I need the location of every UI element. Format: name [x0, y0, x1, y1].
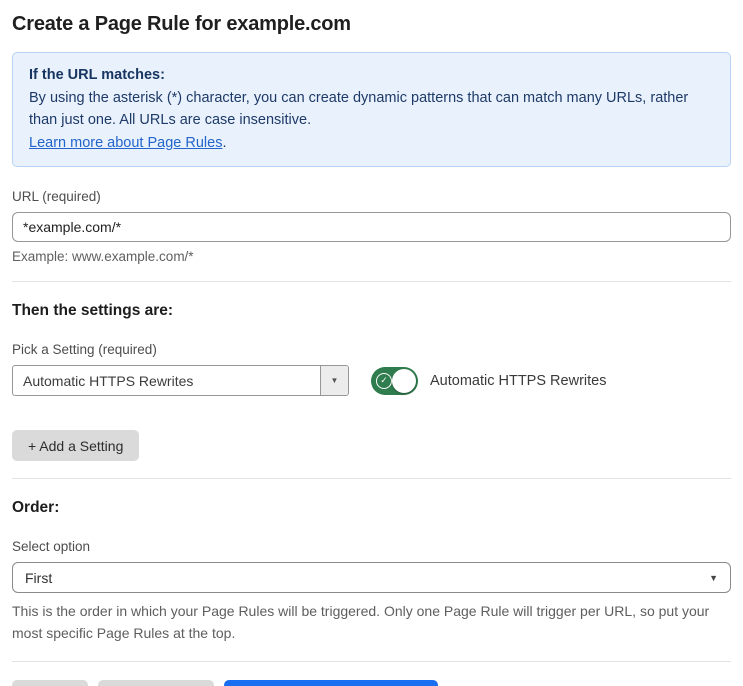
- toggle-label: Automatic HTTPS Rewrites: [430, 372, 607, 389]
- automatic-https-rewrites-toggle[interactable]: ✓: [371, 366, 418, 395]
- toggle-knob: [392, 368, 416, 393]
- caret-down-icon: ▼: [709, 572, 718, 583]
- url-field-label: URL (required): [12, 189, 101, 204]
- action-bar: Cancel Save as Draft Save and Deploy Pag…: [12, 680, 731, 686]
- cancel-button[interactable]: Cancel: [12, 680, 88, 686]
- order-helper-text: This is the order in which your Page Rul…: [12, 603, 710, 641]
- url-input[interactable]: [12, 212, 731, 242]
- order-select-value: First: [25, 569, 53, 586]
- check-icon: ✓: [376, 372, 392, 389]
- divider: [12, 281, 731, 282]
- info-box-body: By using the asterisk (*) character, you…: [29, 89, 689, 129]
- order-select[interactable]: First ▼: [12, 562, 731, 593]
- settings-section-heading: Then the settings are:: [12, 302, 174, 319]
- page-rule-form: Create a Page Rule for example.com If th…: [0, 13, 743, 686]
- order-select-label: Select option: [12, 539, 91, 554]
- link-suffix: .: [222, 134, 227, 151]
- save-and-deploy-button[interactable]: Save and Deploy Page Rule: [224, 680, 439, 686]
- order-section-heading: Order:: [12, 499, 60, 516]
- setting-row: Automatic HTTPS Rewrites ▼ ✓ Automatic H…: [12, 365, 731, 396]
- chevron-down-icon[interactable]: ▼: [320, 366, 348, 395]
- divider: [12, 661, 731, 662]
- url-match-info-box: If the URL matches: By using the asteris…: [12, 52, 731, 167]
- url-example-helper: Example: www.example.com/*: [12, 249, 194, 264]
- info-box-link-line: Learn more about Page Rules.: [29, 132, 714, 155]
- learn-more-link[interactable]: Learn more about Page Rules: [29, 135, 222, 151]
- divider: [12, 478, 731, 479]
- add-setting-button[interactable]: + Add a Setting: [12, 430, 140, 461]
- save-as-draft-button[interactable]: Save as Draft: [97, 680, 215, 686]
- setting-select-value: Automatic HTTPS Rewrites: [23, 372, 194, 389]
- pick-setting-label: Pick a Setting (required): [12, 342, 157, 357]
- page-title: Create a Page Rule for example.com: [12, 13, 351, 35]
- info-box-heading: If the URL matches:: [29, 67, 165, 83]
- setting-select[interactable]: Automatic HTTPS Rewrites ▼: [12, 365, 349, 396]
